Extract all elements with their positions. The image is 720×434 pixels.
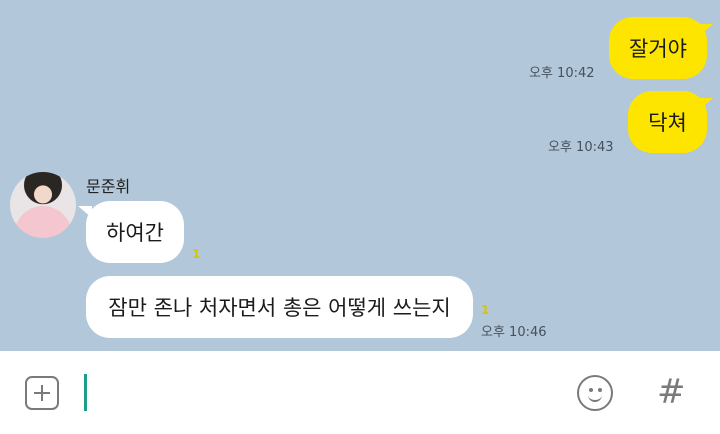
message-text: 닥쳐 — [648, 111, 687, 135]
sent-message[interactable]: 닥쳐 — [628, 91, 707, 153]
unread-count: 1 — [481, 303, 490, 317]
bubble-tail — [699, 98, 713, 110]
chat-area[interactable]: 잘거야 오후 10:42 닥쳐 오후 10:43 문준휘 하여간 1 잠만 존나… — [0, 0, 720, 351]
message-text: 잠만 존나 처자면서 총은 어떻게 쓰는지 — [108, 296, 451, 320]
sent-message[interactable]: 잘거야 — [609, 17, 707, 79]
message-time: 오후 10:43 — [548, 140, 614, 155]
bubble-tail — [699, 24, 713, 36]
profile-avatar[interactable] — [10, 172, 76, 238]
message-time: 오후 10:42 — [529, 66, 595, 81]
message-time: 오후 10:46 — [481, 325, 547, 340]
message-text: 잘거야 — [629, 37, 687, 61]
mouth — [588, 391, 602, 402]
hash-icon[interactable]: # — [657, 372, 686, 412]
received-message[interactable]: 잠만 존나 처자면서 총은 어떻게 쓰는지 — [86, 276, 473, 338]
smiley-icon[interactable] — [577, 375, 613, 411]
message-input[interactable] — [84, 374, 87, 411]
unread-count: 1 — [192, 247, 201, 261]
sender-name: 문준휘 — [86, 177, 131, 196]
message-text: 하여간 — [106, 221, 164, 245]
plus-square-icon[interactable] — [25, 376, 59, 410]
received-message[interactable]: 하여간 — [86, 201, 184, 263]
